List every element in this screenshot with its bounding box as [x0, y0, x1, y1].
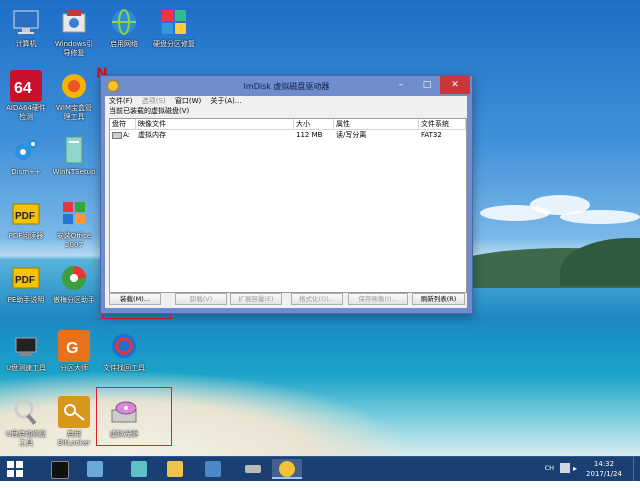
close-button[interactable]: ✕	[440, 76, 470, 94]
windows-logo-icon	[7, 461, 14, 468]
mounted-disk-list[interactable]: 盘符 映像文件 大小 属性 文件系统 A: 虚拟内存 112 MB 读/写分离 …	[109, 118, 467, 293]
format-button[interactable]: 格式化(O)...	[291, 293, 343, 305]
column-header-image[interactable]: 映像文件	[136, 119, 294, 129]
menu-bar: 文件(F) 选项(S) 窗口(W) 关于(A)...	[105, 96, 467, 106]
clock-date: 2017/1/24	[586, 470, 622, 478]
desktop-icon-wim-tool[interactable]: WIM宝盒管 理工具	[44, 70, 104, 122]
clock[interactable]: 14:32 2017/1/24	[582, 459, 626, 479]
list-header: 盘符 映像文件 大小 属性 文件系统	[110, 119, 466, 130]
desktop-icon-label: 安装Office 2007	[56, 232, 92, 249]
svg-text:G: G	[66, 340, 78, 357]
volume-icon[interactable]: ▸	[573, 464, 581, 473]
desktop-background: 计算机 Windows引 导修复 启用网络 硬盘分区修复 64 AIDA64硬件…	[0, 0, 640, 456]
imdisk-window: ImDisk 虚拟磁盘驱动器 – □ ✕ 文件(F) 选项(S) 窗口(W) 关…	[100, 75, 473, 314]
row-drive: A:	[123, 131, 131, 139]
taskbar-drive[interactable]	[238, 459, 268, 479]
file-recovery-icon	[108, 330, 140, 362]
desktop-icon-label: 傲梅分区助手	[53, 296, 95, 304]
diskgenius-icon: G	[58, 330, 90, 362]
start-button[interactable]	[7, 461, 23, 477]
taskbar-apps[interactable]	[124, 459, 154, 479]
tray-icon[interactable]	[560, 463, 570, 473]
bitlocker-key-icon	[58, 396, 90, 428]
column-header-drive[interactable]: 盘符	[110, 119, 136, 129]
list-item[interactable]: A: 虚拟内存 112 MB 读/写分离 FAT32	[110, 130, 466, 140]
island-hill	[560, 238, 640, 286]
row-size: 112 MB	[296, 131, 323, 139]
imdisk-icon	[279, 461, 295, 477]
clock-time: 14:32	[593, 460, 615, 468]
column-header-size[interactable]: 大小	[294, 119, 334, 129]
minimize-button[interactable]: –	[388, 76, 414, 94]
refresh-button[interactable]: 刷新列表(R)	[412, 293, 465, 305]
apps-icon	[131, 461, 147, 477]
row-drive-cell: A:	[110, 130, 138, 140]
column-header-attr[interactable]: 属性	[334, 119, 419, 129]
pdf-help-icon: PDF	[10, 262, 42, 294]
usb-speed-icon	[10, 330, 42, 362]
taskbar-cmd[interactable]	[44, 459, 74, 479]
pdf-reader-icon: PDF	[10, 198, 42, 230]
dism-gear-icon	[10, 134, 42, 166]
usb-boot-repair-icon	[10, 396, 42, 428]
list-caption: 当前已装载的虚拟磁盘(V)	[109, 107, 190, 115]
row-fs: FAT32	[421, 131, 442, 139]
unmount-button[interactable]: 卸载(V)	[175, 293, 227, 305]
extend-button[interactable]: 扩展容量(E)	[230, 293, 282, 305]
maximize-button[interactable]: □	[414, 76, 440, 94]
desktop-icon-office-install[interactable]: 安装Office 2007	[44, 198, 104, 250]
disk-repair-icon	[158, 6, 190, 38]
desktop-icon-file-recovery[interactable]: 文件找回工具	[94, 330, 154, 373]
folder-icon	[167, 461, 183, 477]
screenshot-icon	[205, 461, 221, 477]
desktop-icon-partition-assistant[interactable]: 傲梅分区助手	[44, 262, 104, 305]
menu-about[interactable]: 关于(A)...	[211, 97, 242, 105]
highlight-box-virtual-drive	[96, 387, 172, 446]
column-header-fs[interactable]: 文件系统	[419, 119, 466, 129]
save-image-button[interactable]: 保存映像(I)...	[348, 293, 408, 305]
menu-window[interactable]: 窗口(W)	[175, 97, 201, 105]
window-client: 文件(F) 选项(S) 窗口(W) 关于(A)... 当前已装载的虚拟磁盘(V)…	[105, 96, 467, 308]
taskbar-imdisk[interactable]	[272, 459, 302, 479]
notepad-icon	[87, 461, 103, 477]
ime-indicator[interactable]: CH	[545, 464, 554, 488]
computer-icon	[10, 6, 42, 38]
wim-tool-icon	[58, 70, 90, 102]
drive-icon	[245, 465, 261, 473]
taskbar-notepad[interactable]	[80, 459, 110, 479]
title-bar[interactable]: ImDisk 虚拟磁盘驱动器 – □ ✕	[101, 76, 472, 96]
svg-text:PDF: PDF	[15, 275, 35, 286]
desktop-icon-label: WIM宝盒管 理工具	[55, 104, 93, 121]
winntsetup-icon	[58, 134, 90, 166]
row-image: 虚拟内存	[138, 131, 166, 139]
desktop-icon-winntsetup[interactable]: WinNTSetup	[44, 134, 104, 177]
desktop-icon-label: 硬盘分区修复	[153, 40, 195, 48]
taskbar: CH ▸ 14:32 2017/1/24	[0, 456, 640, 481]
drive-icon	[112, 131, 122, 139]
svg-text:64: 64	[14, 80, 32, 97]
menu-file[interactable]: 文件(F)	[109, 97, 133, 105]
svg-text:PDF: PDF	[15, 211, 35, 222]
cloud	[560, 210, 640, 224]
office-install-icon	[58, 198, 90, 230]
menu-options[interactable]: 选项(S)	[142, 97, 166, 105]
boot-repair-icon	[58, 6, 90, 38]
partition-assistant-icon	[58, 262, 90, 294]
desktop-icon-label: 文件找回工具	[103, 364, 145, 372]
mount-button[interactable]: 装载(M)...	[109, 293, 161, 305]
taskbar-screenshot[interactable]	[198, 459, 228, 479]
button-row: 装载(M)... 卸载(V) 扩展容量(E) 格式化(O)... 保存映像(I)…	[109, 293, 465, 305]
network-globe-icon	[108, 6, 140, 38]
show-desktop-button[interactable]	[633, 457, 640, 481]
taskbar-explorer[interactable]	[160, 459, 190, 479]
cmd-icon	[51, 461, 69, 479]
desktop-icon-label: WinNTSetup	[52, 168, 96, 176]
desktop-icon-disk-repair[interactable]: 硬盘分区修复	[144, 6, 204, 49]
aida64-icon: 64	[10, 70, 42, 102]
row-attr: 读/写分离	[336, 131, 367, 139]
